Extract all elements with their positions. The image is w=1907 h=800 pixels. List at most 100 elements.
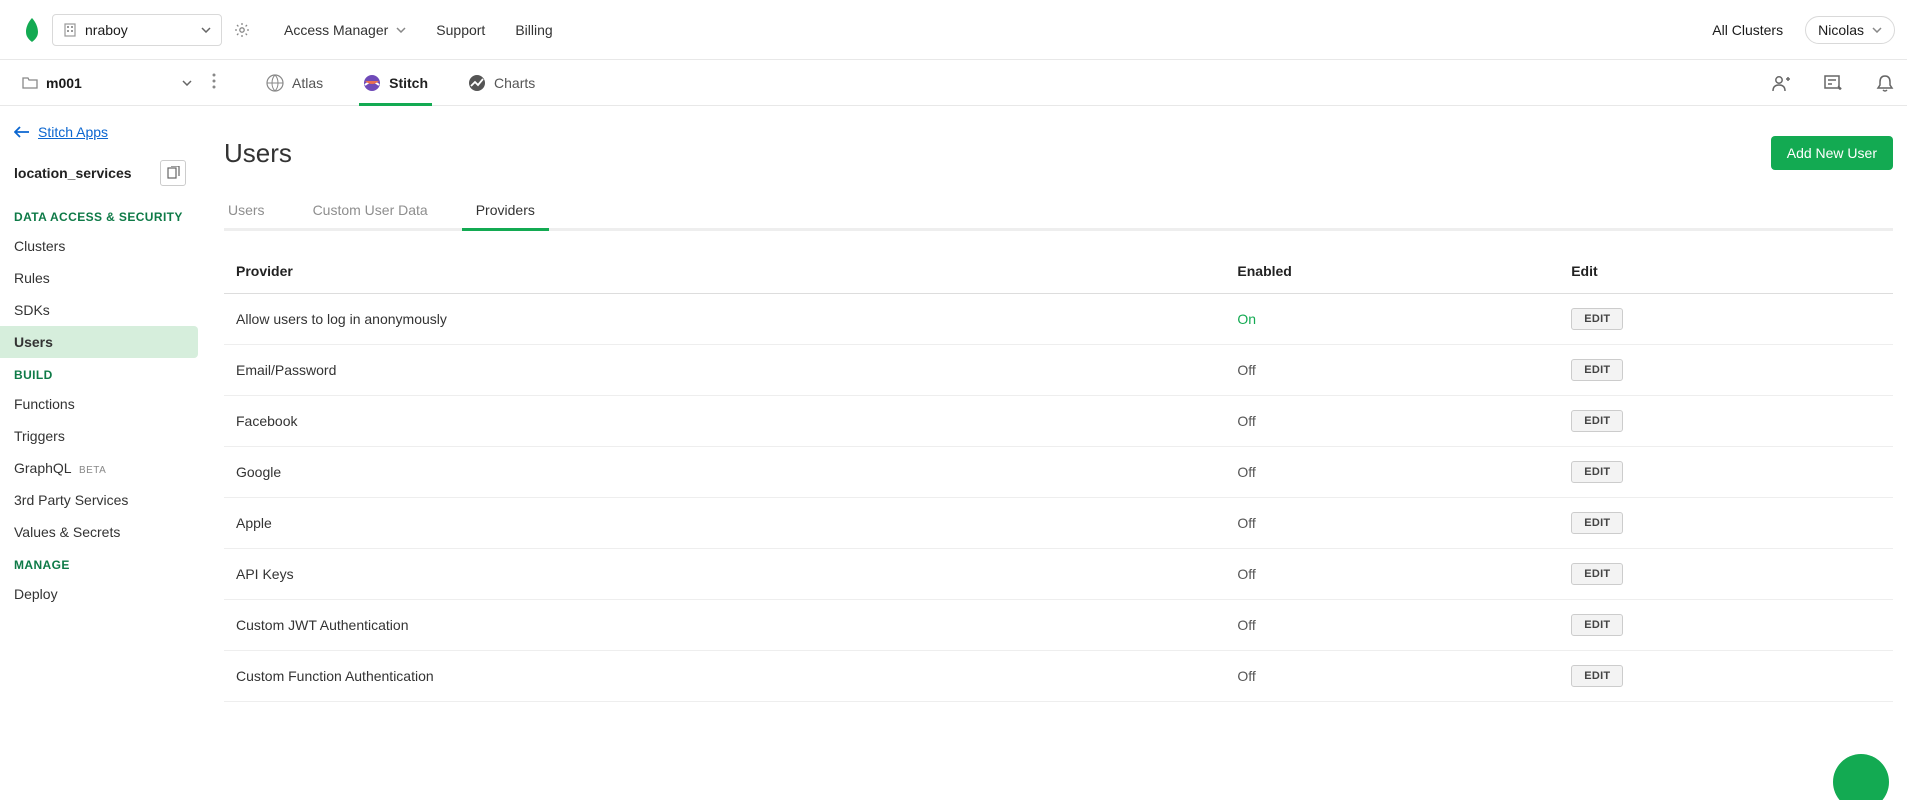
table-row: Email/PasswordOff EDIT bbox=[224, 345, 1893, 396]
topbar: nraboy Access Manager Support Billing Al… bbox=[0, 0, 1907, 60]
enabled-cell: Off bbox=[1225, 345, 1559, 396]
sidebar-item-users[interactable]: Users bbox=[0, 326, 198, 358]
folder-icon bbox=[22, 76, 38, 90]
provider-cell: Facebook bbox=[224, 396, 1225, 447]
enabled-cell: Off bbox=[1225, 651, 1559, 702]
provider-cell: Google bbox=[224, 447, 1225, 498]
tab-stitch-label: Stitch bbox=[389, 75, 428, 91]
sidebar-item-values-secrets[interactable]: Values & Secrets bbox=[0, 516, 200, 548]
provider-cell: API Keys bbox=[224, 549, 1225, 600]
enabled-cell: On bbox=[1225, 294, 1559, 345]
providers-table: Provider Enabled Edit Allow users to log… bbox=[224, 253, 1893, 702]
chevron-down-icon bbox=[396, 27, 406, 33]
sidebar-item-clusters[interactable]: Clusters bbox=[0, 230, 200, 262]
edit-cell: EDIT bbox=[1559, 345, 1893, 396]
copy-icon bbox=[166, 166, 180, 180]
project-selector[interactable]: m001 bbox=[12, 75, 202, 91]
top-links: Access Manager Support Billing bbox=[284, 22, 553, 38]
subtab-custom-user-data[interactable]: Custom User Data bbox=[309, 202, 432, 228]
add-new-user-button[interactable]: Add New User bbox=[1771, 136, 1893, 170]
enabled-cell: Off bbox=[1225, 549, 1559, 600]
all-clusters-link[interactable]: All Clusters bbox=[1712, 22, 1783, 38]
chat-help-button[interactable] bbox=[1833, 754, 1889, 800]
table-row: AppleOff EDIT bbox=[224, 498, 1893, 549]
provider-cell: Apple bbox=[224, 498, 1225, 549]
section-manage-header: MANAGE bbox=[0, 548, 200, 578]
sidebar-item-graphql[interactable]: GraphQL BETA bbox=[0, 452, 200, 484]
sidebar-item-sdks[interactable]: SDKs bbox=[0, 294, 200, 326]
org-settings-button[interactable] bbox=[230, 18, 254, 42]
billing-label: Billing bbox=[515, 22, 552, 38]
arrow-left-icon bbox=[14, 126, 30, 138]
access-manager-link[interactable]: Access Manager bbox=[284, 22, 406, 38]
org-name: nraboy bbox=[85, 22, 128, 38]
graphql-label: GraphQL bbox=[14, 460, 71, 476]
sidebar-item-rules[interactable]: Rules bbox=[0, 262, 200, 294]
org-selector[interactable]: nraboy bbox=[52, 14, 222, 46]
edit-button[interactable]: EDIT bbox=[1571, 308, 1623, 330]
app-name: location_services bbox=[14, 165, 132, 181]
subtab-users[interactable]: Users bbox=[224, 202, 269, 228]
edit-button[interactable]: EDIT bbox=[1571, 563, 1623, 585]
bell-icon[interactable] bbox=[1875, 73, 1895, 93]
support-label: Support bbox=[436, 22, 485, 38]
kebab-icon bbox=[212, 73, 216, 89]
main-tabs: Atlas Stitch Charts bbox=[266, 60, 535, 105]
atlas-icon bbox=[266, 74, 284, 92]
copy-app-id-button[interactable] bbox=[160, 160, 186, 186]
edit-button[interactable]: EDIT bbox=[1571, 512, 1623, 534]
stitch-apps-back-link[interactable]: Stitch Apps bbox=[0, 124, 200, 150]
enabled-cell: Off bbox=[1225, 600, 1559, 651]
table-row: Custom Function AuthenticationOffEDIT bbox=[224, 651, 1893, 702]
beta-badge: BETA bbox=[79, 465, 106, 476]
project-more-button[interactable] bbox=[202, 73, 226, 92]
add-user-icon[interactable] bbox=[1771, 73, 1791, 93]
edit-cell: EDIT bbox=[1559, 549, 1893, 600]
edit-cell: EDIT bbox=[1559, 498, 1893, 549]
project-name: m001 bbox=[46, 75, 82, 91]
table-row: Custom JWT AuthenticationOffEDIT bbox=[224, 600, 1893, 651]
table-row: GoogleOff EDIT bbox=[224, 447, 1893, 498]
th-enabled: Enabled bbox=[1225, 253, 1559, 294]
user-menu[interactable]: Nicolas bbox=[1805, 16, 1895, 44]
charts-icon bbox=[468, 74, 486, 92]
chevron-down-icon bbox=[1872, 27, 1882, 33]
enabled-cell: Off bbox=[1225, 396, 1559, 447]
edit-cell: EDIT bbox=[1559, 396, 1893, 447]
user-name: Nicolas bbox=[1818, 22, 1864, 38]
main-content: Users Add New User Users Custom User Dat… bbox=[200, 106, 1907, 702]
sidebar-item-triggers[interactable]: Triggers bbox=[0, 420, 200, 452]
sidebar-item-third-party[interactable]: 3rd Party Services bbox=[0, 484, 200, 516]
sidebar-item-deploy[interactable]: Deploy bbox=[0, 578, 200, 610]
edit-button[interactable]: EDIT bbox=[1571, 359, 1623, 381]
sidebar: Stitch Apps location_services DATA ACCES… bbox=[0, 106, 200, 702]
sidebar-item-functions[interactable]: Functions bbox=[0, 388, 200, 420]
table-row: Allow users to log in anonymouslyOn EDIT bbox=[224, 294, 1893, 345]
tab-stitch[interactable]: Stitch bbox=[363, 60, 428, 105]
chevron-down-icon bbox=[201, 27, 211, 33]
edit-button[interactable]: EDIT bbox=[1571, 665, 1623, 687]
feedback-icon[interactable] bbox=[1823, 73, 1843, 93]
edit-cell: EDIT bbox=[1559, 447, 1893, 498]
subtab-providers[interactable]: Providers bbox=[472, 202, 539, 228]
tab-atlas[interactable]: Atlas bbox=[266, 60, 323, 105]
edit-button[interactable]: EDIT bbox=[1571, 410, 1623, 432]
billing-link[interactable]: Billing bbox=[515, 22, 552, 38]
tab-charts[interactable]: Charts bbox=[468, 60, 535, 105]
mongodb-logo-icon bbox=[24, 18, 40, 42]
gear-icon bbox=[234, 22, 250, 38]
edit-button[interactable]: EDIT bbox=[1571, 614, 1623, 636]
building-icon bbox=[63, 23, 77, 37]
enabled-cell: Off bbox=[1225, 498, 1559, 549]
page-title: Users bbox=[224, 138, 292, 169]
provider-cell: Email/Password bbox=[224, 345, 1225, 396]
back-link-label: Stitch Apps bbox=[38, 124, 108, 140]
provider-cell: Allow users to log in anonymously bbox=[224, 294, 1225, 345]
edit-button[interactable]: EDIT bbox=[1571, 461, 1623, 483]
enabled-cell: Off bbox=[1225, 447, 1559, 498]
support-link[interactable]: Support bbox=[436, 22, 485, 38]
edit-cell: EDIT bbox=[1559, 600, 1893, 651]
th-edit: Edit bbox=[1559, 253, 1893, 294]
stitch-icon bbox=[363, 74, 381, 92]
access-manager-label: Access Manager bbox=[284, 22, 388, 38]
